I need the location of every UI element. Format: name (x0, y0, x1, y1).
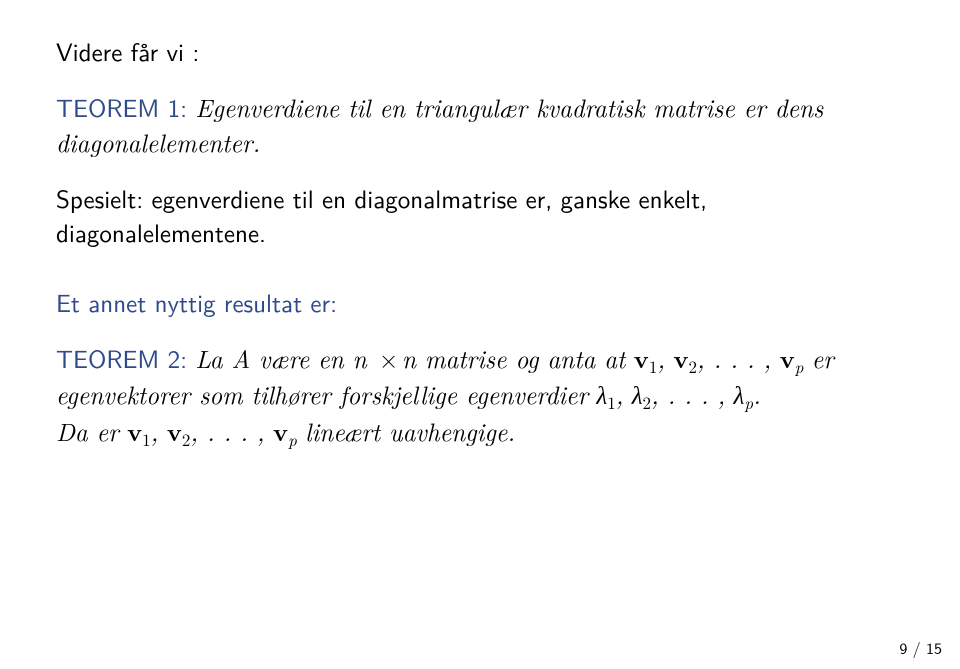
period-1: . (753, 377, 761, 412)
theorem-2-post2: Da er (56, 414, 119, 449)
lambda1: λ (596, 377, 607, 412)
theorem-1: TEOREM 1: Egenverdiene til en triangulær… (56, 90, 904, 160)
v1-vec: v (634, 341, 649, 376)
theorem-2-pre: La A være en n (195, 341, 366, 376)
dots-2: , . . . , (651, 377, 725, 412)
v2b-vec: v (167, 414, 182, 449)
v2-vec: v (673, 341, 688, 376)
comma-1: , (657, 341, 665, 376)
intro-text: Videre får vi : (56, 34, 904, 68)
vpb-vec: v (273, 414, 288, 449)
page-number: 9 / 15 (899, 637, 942, 659)
lambda2: λ (632, 377, 643, 412)
lambdap: λ (734, 377, 745, 412)
theorem-1-label: TEOREM 1: (56, 88, 187, 125)
lead-2: Et annet nyttig resultat er: (56, 285, 904, 319)
theorem-2: TEOREM 2: La A være en n ×n matrise og a… (56, 341, 904, 451)
comma-3: , (151, 414, 159, 449)
times-symbol: × (375, 339, 402, 376)
theorem-2-post3: lineært uavhengige. (305, 414, 515, 449)
lambdap-sub: p (744, 390, 753, 414)
vp-vec: v (780, 341, 795, 376)
comma-2: , (616, 377, 624, 412)
vp-sub: p (795, 353, 804, 377)
vpb-sub: p (288, 427, 297, 451)
lambda1-sub: 1 (607, 390, 616, 414)
theorem-2-label: TEOREM 2: (56, 339, 187, 376)
spesielt-text: Spesielt: egenverdiene til en diagonalma… (56, 181, 904, 249)
dots-3: , . . . , (190, 414, 264, 449)
theorem-2-mid: n matrise og anta at (402, 341, 625, 376)
v2-sub: 2 (689, 353, 698, 377)
v1b-vec: v (127, 414, 142, 449)
slide: Videre får vi : TEOREM 1: Egenverdiene t… (0, 0, 960, 669)
v1b-sub: 1 (142, 427, 151, 451)
dots-1: , . . . , (697, 341, 771, 376)
lambda2-sub: 2 (643, 390, 652, 414)
